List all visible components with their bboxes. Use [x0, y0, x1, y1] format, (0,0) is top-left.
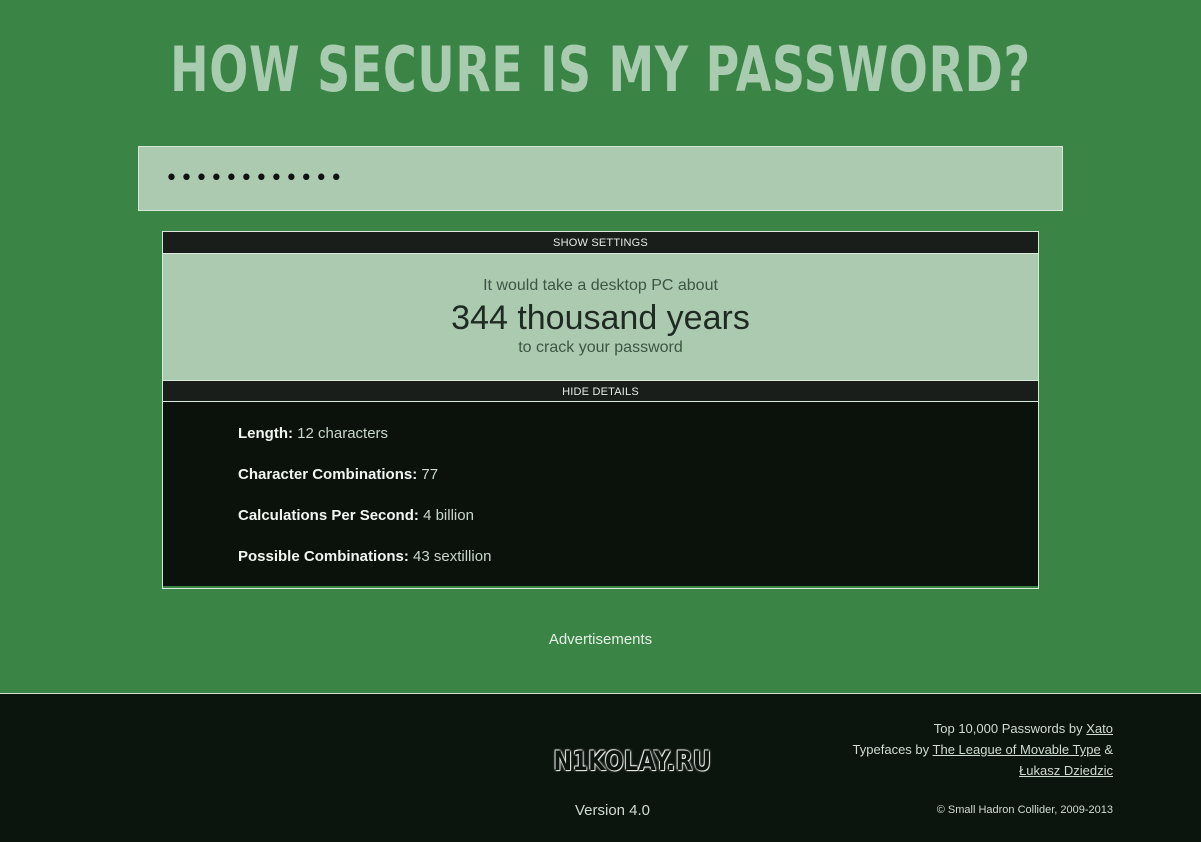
- crack-time-result: It would take a desktop PC about 344 tho…: [163, 254, 1038, 380]
- credits-line-typefaces: Typefaces by The League of Movable Type …: [733, 739, 1113, 760]
- detail-label: Possible Combinations:: [238, 548, 409, 565]
- detail-possible-combinations: Possible Combinations: 43 sextillion: [238, 547, 1038, 567]
- crack-time-intro: It would take a desktop PC about: [483, 277, 718, 294]
- credits-line-author: Łukasz Dziedzic: [733, 760, 1113, 781]
- result-panel: SHOW SETTINGS It would take a desktop PC…: [162, 231, 1039, 589]
- credits-line-passwords: Top 10,000 Passwords by Xato: [733, 718, 1113, 739]
- detail-character-combinations: Character Combinations: 77: [238, 465, 1038, 485]
- detail-label: Calculations Per Second:: [238, 507, 419, 524]
- credits: Top 10,000 Passwords by Xato Typefaces b…: [733, 718, 1113, 781]
- league-of-movable-type-link[interactable]: The League of Movable Type: [933, 742, 1101, 757]
- lukasz-dziedzic-link[interactable]: Łukasz Dziedzic: [1019, 763, 1113, 778]
- advertisements-label: Advertisements: [548, 631, 653, 648]
- detail-calculations-per-second: Calculations Per Second: 4 billion: [238, 506, 1038, 526]
- password-field[interactable]: [138, 146, 1063, 211]
- detail-value: 12 characters: [297, 425, 389, 442]
- credits-text: &: [1104, 742, 1113, 757]
- details-panel: Length: 12 characters Character Combinat…: [163, 402, 1038, 586]
- crack-time-outro: to crack your password: [518, 339, 683, 356]
- detail-label: Character Combinations:: [238, 466, 418, 483]
- detail-value: 77: [421, 466, 439, 483]
- show-settings-toggle[interactable]: SHOW SETTINGS: [163, 232, 1038, 254]
- detail-value: 4 billion: [423, 507, 474, 524]
- credits-text: Typefaces by: [852, 742, 930, 757]
- crack-time-value: 344 thousand years: [451, 299, 750, 337]
- detail-length: Length: 12 characters: [238, 424, 1038, 444]
- password-input[interactable]: [165, 166, 1045, 191]
- copyright: © Small Hadron Collider, 2009-2013: [936, 804, 1113, 816]
- version-label: Version 4.0: [574, 802, 651, 819]
- credits-text: Top 10,000 Passwords by: [933, 721, 1083, 736]
- detail-label: Length:: [238, 425, 293, 442]
- footer: N1KOLAY.RU Version 4.0 Top 10,000 Passwo…: [0, 693, 1201, 842]
- hide-details-toggle[interactable]: HIDE DETAILS: [163, 380, 1038, 402]
- xato-link[interactable]: Xato: [1086, 721, 1113, 736]
- site-logo[interactable]: N1KOLAY.RU: [554, 746, 712, 777]
- page-title: HOW SECURE IS MY PASSWORD?: [170, 33, 1031, 106]
- detail-value: 43 sextillion: [413, 548, 492, 565]
